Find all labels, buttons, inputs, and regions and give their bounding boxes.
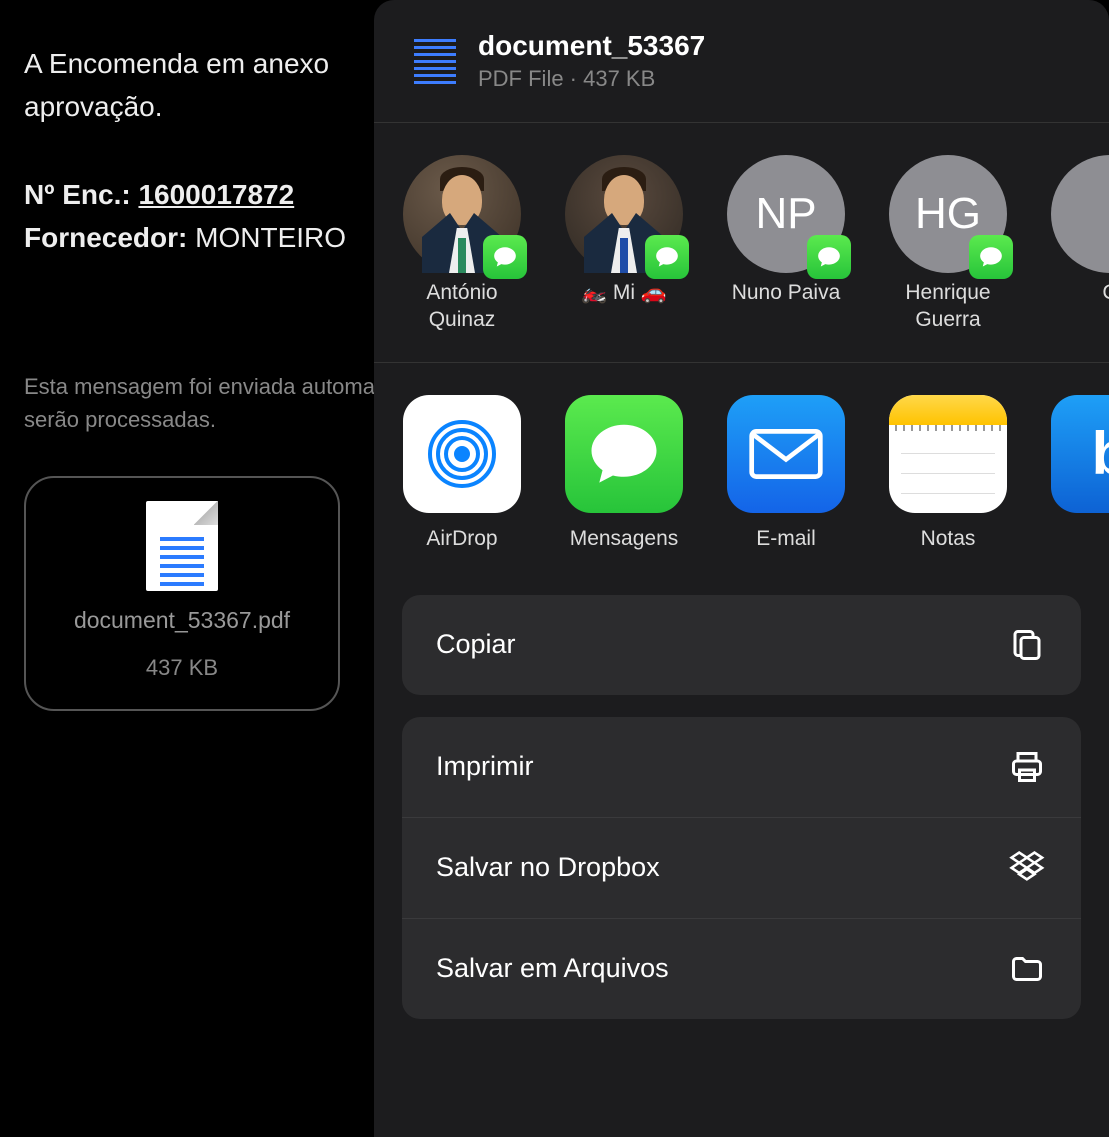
app-label: Notas	[921, 527, 976, 551]
supplier-value: MONTEIRO	[195, 222, 346, 253]
action-save-files[interactable]: Salvar em Arquivos	[402, 918, 1081, 1019]
app-notes[interactable]: Notas	[888, 395, 1008, 551]
share-sheet: document_53367 PDF File · 437 KB António…	[374, 0, 1109, 1137]
actions-list: Copiar Imprimir Salvar no Dropbox Sa	[374, 571, 1109, 1019]
messages-icon	[565, 395, 683, 513]
document-icon	[146, 501, 218, 591]
printer-icon	[1007, 747, 1047, 787]
action-label: Copiar	[436, 629, 516, 660]
action-label: Salvar no Dropbox	[436, 852, 660, 883]
contact-henrique-guerra[interactable]: HG Henrique Guerra	[888, 155, 1008, 334]
contact-label: 🏍️ Mi 🚗	[581, 279, 667, 306]
contacts-row[interactable]: António Quinaz 🏍️ Mi 🚗 NP Henrique Guer	[374, 123, 1109, 362]
sheet-title: document_53367	[478, 30, 705, 62]
app-overflow-icon: b	[1051, 395, 1109, 513]
messages-badge-icon	[969, 235, 1013, 279]
dropbox-icon	[1007, 848, 1047, 888]
sheet-header: document_53367 PDF File · 437 KB	[374, 0, 1109, 122]
mail-icon	[727, 395, 845, 513]
app-email[interactable]: E-mail	[726, 395, 846, 551]
contact-label: Nuno Paiva	[732, 279, 841, 306]
body-line2: aprovação.	[24, 91, 163, 122]
apps-row[interactable]: AirDrop Mensagens E-mail	[374, 363, 1109, 571]
body-line1: A Encomenda em anexo	[24, 48, 329, 79]
contact-label: Henrique Guerra	[888, 279, 1008, 334]
action-label: Imprimir	[436, 751, 533, 782]
action-save-dropbox[interactable]: Salvar no Dropbox	[402, 817, 1081, 918]
contact-mi[interactable]: 🏍️ Mi 🚗	[564, 155, 684, 334]
order-label: Nº Enc.:	[24, 179, 131, 210]
contact-overflow[interactable]: C	[1050, 155, 1109, 334]
sheet-meta: PDF File · 437 KB	[478, 66, 705, 92]
action-copy[interactable]: Copiar	[402, 595, 1081, 695]
app-label: E-mail	[756, 527, 816, 551]
messages-badge-icon	[483, 235, 527, 279]
avatar	[1051, 155, 1109, 273]
contact-nuno-paiva[interactable]: NP Henrique Guerra Nuno Paiva	[726, 155, 846, 334]
notes-icon	[889, 395, 1007, 513]
supplier-label: Fornecedor:	[24, 222, 187, 253]
contact-antonio-quinaz[interactable]: António Quinaz	[402, 155, 522, 334]
attachment-filesize: 437 KB	[146, 651, 218, 685]
app-label: AirDrop	[426, 527, 497, 551]
action-label: Salvar em Arquivos	[436, 953, 669, 984]
copy-icon	[1007, 625, 1047, 665]
contact-label: António Quinaz	[402, 279, 522, 334]
app-overflow[interactable]: b	[1050, 395, 1109, 551]
order-number[interactable]: 1600017872	[138, 179, 294, 210]
app-label: Mensagens	[570, 527, 679, 551]
contact-label: C	[1102, 279, 1109, 306]
action-print[interactable]: Imprimir	[402, 717, 1081, 817]
attachment-filename: document_53367.pdf	[74, 603, 290, 639]
folder-icon	[1007, 949, 1047, 989]
app-airdrop[interactable]: AirDrop	[402, 395, 522, 551]
pdf-icon	[414, 35, 456, 87]
attachment-card[interactable]: document_53367.pdf 437 KB	[24, 476, 340, 711]
messages-badge-icon	[807, 235, 851, 279]
airdrop-icon	[403, 395, 521, 513]
app-messages[interactable]: Mensagens	[564, 395, 684, 551]
messages-badge-icon	[645, 235, 689, 279]
